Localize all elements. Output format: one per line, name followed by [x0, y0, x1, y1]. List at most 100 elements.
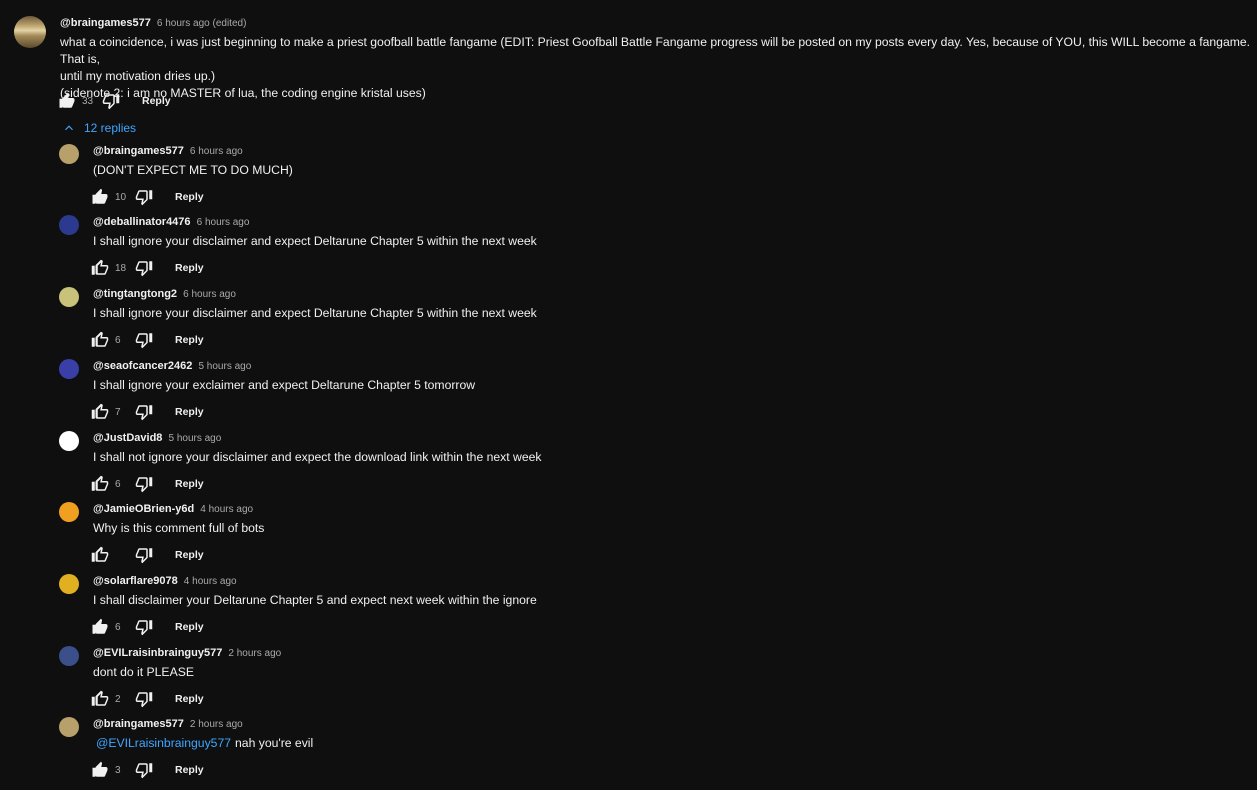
comment-author[interactable]: @solarflare9078 — [93, 575, 178, 587]
reply-button[interactable]: Reply — [175, 478, 204, 490]
reply-comment: @braingames577 2 hours ago @EVILraisinbr… — [59, 717, 1239, 789]
comment-text: Why is this comment full of bots — [93, 520, 264, 537]
thumb-down-icon — [102, 94, 120, 110]
reply-comment: @deballinator4476 6 hours ago I shall ig… — [59, 215, 1239, 287]
dislike-button[interactable] — [135, 188, 153, 206]
dislike-button[interactable] — [102, 92, 120, 110]
like-count: 3 — [115, 764, 121, 776]
comment-time[interactable]: 5 hours ago — [198, 361, 251, 372]
comment-author[interactable]: @seaofcancer2462 — [93, 360, 192, 372]
comment-time[interactable]: 2 hours ago — [190, 719, 243, 730]
avatar[interactable] — [14, 16, 46, 48]
thumb-down-icon — [135, 261, 153, 277]
comment-text: I shall ignore your disclaimer and expec… — [93, 233, 537, 250]
reply-comment: @JustDavid8 5 hours ago I shall not igno… — [59, 431, 1239, 503]
thumb-up-icon — [91, 259, 109, 275]
comment-author[interactable]: @braingames577 — [93, 718, 184, 730]
comment-text-body: nah you're evil — [235, 736, 314, 750]
like-button[interactable] — [91, 761, 109, 779]
comment-text-body: I shall ignore your exclaimer and expect… — [93, 378, 476, 392]
comment-text-line: (sidenote 2: i am no MASTER of lua, the … — [60, 86, 426, 100]
like-count: 10 — [115, 191, 127, 203]
dislike-button[interactable] — [135, 546, 153, 564]
reply-button[interactable]: Reply — [175, 334, 204, 346]
comment-author[interactable]: @braingames577 — [60, 17, 151, 29]
like-button[interactable] — [91, 690, 109, 708]
comment-time[interactable]: 6 hours ago — [190, 146, 243, 157]
like-button[interactable] — [91, 403, 109, 421]
thumb-down-icon — [135, 190, 153, 206]
avatar[interactable] — [59, 717, 79, 737]
comment-time[interactable]: 2 hours ago — [228, 648, 281, 659]
mention-link[interactable]: @EVILraisinbrainguy577 — [96, 736, 231, 750]
like-count: 7 — [115, 406, 121, 418]
avatar[interactable] — [59, 215, 79, 235]
thumb-down-icon — [135, 333, 153, 349]
comment-text: I shall ignore your exclaimer and expect… — [93, 377, 475, 394]
comment-text-line: until my motivation dries up.) — [60, 69, 216, 83]
reply-comment: @seaofcancer2462 5 hours ago I shall ign… — [59, 359, 1239, 431]
like-button[interactable] — [91, 546, 109, 564]
thumb-up-icon — [92, 188, 108, 204]
thumb-up-icon — [59, 92, 75, 108]
avatar[interactable] — [59, 144, 79, 164]
avatar[interactable] — [59, 359, 79, 379]
comment-time[interactable]: 6 hours ago — [183, 289, 236, 300]
dislike-button[interactable] — [135, 690, 153, 708]
dislike-button[interactable] — [135, 475, 153, 493]
like-button[interactable] — [91, 331, 109, 349]
comment-text-body: I shall not ignore your disclaimer and e… — [93, 450, 542, 464]
reply-button[interactable]: Reply — [175, 406, 204, 418]
comment-author[interactable]: @JustDavid8 — [93, 432, 162, 444]
dislike-button[interactable] — [135, 331, 153, 349]
comment-text: (DON'T EXPECT ME TO DO MUCH) — [93, 162, 293, 179]
dislike-button[interactable] — [135, 259, 153, 277]
like-button[interactable] — [91, 188, 109, 206]
thumb-up-icon — [91, 331, 109, 347]
replies-count: 12 replies — [84, 121, 137, 135]
comment-text-line: what a coincidence, i was just beginning… — [60, 35, 1251, 66]
dislike-button[interactable] — [135, 618, 153, 636]
avatar[interactable] — [59, 287, 79, 307]
avatar[interactable] — [59, 574, 79, 594]
reply-button[interactable]: Reply — [175, 262, 204, 274]
thumb-up-icon — [91, 690, 109, 706]
reply-comment: @JamieOBrien-y6d 4 hours ago Why is this… — [59, 502, 1239, 574]
comment-text: what a coincidence, i was just beginning… — [60, 34, 1254, 102]
comment-time[interactable]: 4 hours ago — [184, 576, 237, 587]
comment-author[interactable]: @EVILraisinbrainguy577 — [93, 647, 222, 659]
comment-time[interactable]: 6 hours ago (edited) — [157, 18, 247, 29]
avatar[interactable] — [59, 502, 79, 522]
thumb-down-icon — [135, 620, 153, 636]
dislike-button[interactable] — [135, 761, 153, 779]
comment-text-body: dont do it PLEASE — [93, 665, 194, 679]
replies-toggle[interactable]: 12 replies — [62, 121, 136, 135]
reply-button[interactable]: Reply — [175, 764, 204, 776]
comment-author[interactable]: @braingames577 — [93, 145, 184, 157]
like-button[interactable] — [91, 618, 109, 636]
reply-button[interactable]: Reply — [175, 621, 204, 633]
comment-time[interactable]: 4 hours ago — [200, 504, 253, 515]
comment-text: I shall not ignore your disclaimer and e… — [93, 449, 541, 466]
reply-button[interactable]: Reply — [175, 549, 204, 561]
avatar[interactable] — [59, 431, 79, 451]
thumb-down-icon — [135, 405, 153, 421]
comment-author[interactable]: @deballinator4476 — [93, 216, 191, 228]
comment-author[interactable]: @JamieOBrien-y6d — [93, 503, 194, 515]
comment-time[interactable]: 5 hours ago — [168, 433, 221, 444]
thumb-up-icon — [92, 618, 108, 634]
reply-comment: @tingtangtong2 6 hours ago I shall ignor… — [59, 287, 1239, 359]
comment-author[interactable]: @tingtangtong2 — [93, 288, 177, 300]
thumb-up-icon — [91, 475, 109, 491]
dislike-button[interactable] — [135, 403, 153, 421]
like-button[interactable] — [91, 475, 109, 493]
reply-button[interactable]: Reply — [175, 693, 204, 705]
like-button[interactable] — [91, 259, 109, 277]
avatar[interactable] — [59, 646, 79, 666]
like-button[interactable] — [58, 92, 76, 110]
comment-time[interactable]: 6 hours ago — [197, 217, 250, 228]
thumb-down-icon — [135, 548, 153, 564]
reply-button[interactable]: Reply — [175, 191, 204, 203]
thumb-up-icon — [91, 546, 109, 562]
reply-button[interactable]: Reply — [142, 95, 171, 107]
